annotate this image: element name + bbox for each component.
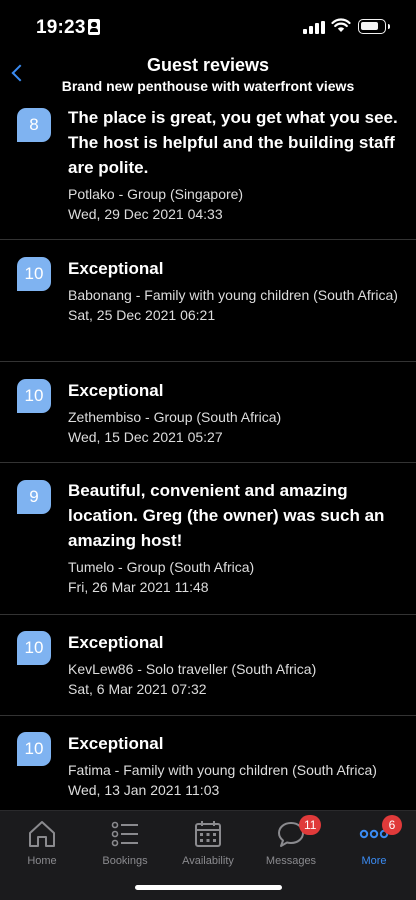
review-item: 9 Beautiful, convenient and amazing loca… xyxy=(0,463,416,615)
home-indicator[interactable] xyxy=(135,885,282,890)
tab-label: Messages xyxy=(265,855,317,867)
review-title: The place is great, you get what you see… xyxy=(68,108,398,177)
notification-badge: 6 xyxy=(382,815,402,835)
page-title: Guest reviews xyxy=(146,55,270,75)
header: Guest reviews Brand new penthouse with w… xyxy=(0,52,416,100)
review-item: 10 Exceptional Zethembiso - Group (South… xyxy=(0,362,416,463)
review-date: Sat, 6 Mar 2021 07:32 xyxy=(68,681,207,697)
score-badge: 10 xyxy=(17,379,51,413)
review-item: 10 Exceptional Babonang - Family with yo… xyxy=(0,240,416,362)
review-author: KevLew86 - Solo traveller (South Africa) xyxy=(68,661,317,677)
id-card-icon xyxy=(88,19,100,35)
review-item: 10 Exceptional KevLew86 - Solo traveller… xyxy=(0,615,416,716)
tab-messages[interactable]: 11 Messages xyxy=(249,815,333,867)
status-bar: 19:23 xyxy=(0,0,416,52)
tab-label: Home xyxy=(27,855,57,867)
score-badge: 10 xyxy=(17,257,51,291)
review-date: Wed, 13 Jan 2021 11:03 xyxy=(68,782,220,798)
review-list[interactable]: 8 The place is great, you get what you s… xyxy=(0,100,416,810)
review-author: Babonang - Family with young children (S… xyxy=(68,287,398,303)
review-date: Wed, 15 Dec 2021 05:27 xyxy=(68,429,223,445)
tab-home[interactable]: Home xyxy=(0,819,84,867)
tab-more[interactable]: 6 More xyxy=(332,815,416,867)
review-item: 10 Exceptional Fatima - Family with youn… xyxy=(0,716,416,810)
review-title: Exceptional xyxy=(68,381,164,400)
battery-icon xyxy=(358,19,390,34)
tab-availability[interactable]: Availability xyxy=(166,819,250,867)
home-icon xyxy=(29,821,55,847)
review-date: Sat, 25 Dec 2021 06:21 xyxy=(68,307,216,323)
review-title: Exceptional xyxy=(68,734,164,753)
tab-bookings[interactable]: Bookings xyxy=(83,819,167,867)
score-badge: 8 xyxy=(17,108,51,142)
review-title: Exceptional xyxy=(68,259,164,278)
review-author: Tumelo - Group (South Africa) xyxy=(68,559,255,575)
tab-label: Availability xyxy=(182,855,234,867)
score-badge: 9 xyxy=(17,480,51,514)
review-item: 8 The place is great, you get what you s… xyxy=(0,100,416,240)
review-title: Beautiful, convenient and amazing locati… xyxy=(68,481,385,550)
score-badge: 10 xyxy=(17,631,51,665)
review-title: Exceptional xyxy=(68,633,164,652)
calendar-icon xyxy=(195,821,221,847)
review-author: Zethembiso - Group (South Africa) xyxy=(68,409,282,425)
status-time: 19:23 xyxy=(36,17,86,38)
wifi-icon xyxy=(331,18,351,32)
score-badge: 10 xyxy=(17,732,51,766)
tab-label: More xyxy=(361,855,387,867)
cellular-signal-icon xyxy=(303,21,325,34)
notification-badge: 11 xyxy=(299,815,322,835)
review-date: Fri, 26 Mar 2021 11:48 xyxy=(68,579,209,595)
review-author: Potlako - Group (Singapore) xyxy=(68,186,244,202)
page-subtitle: Brand new penthouse with waterfront view… xyxy=(61,78,355,94)
list-icon xyxy=(111,821,138,847)
review-date: Wed, 29 Dec 2021 04:33 xyxy=(68,206,223,222)
review-author: Fatima - Family with young children (Sou… xyxy=(68,762,377,778)
tab-label: Bookings xyxy=(102,855,148,867)
